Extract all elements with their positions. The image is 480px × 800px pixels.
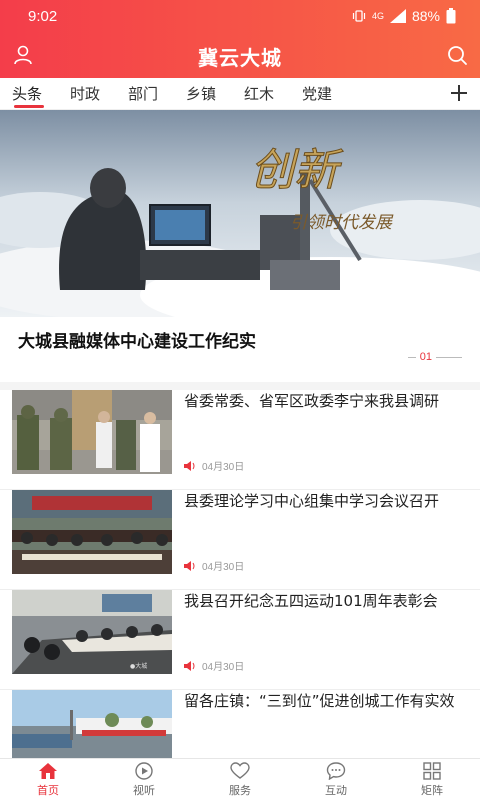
grid-icon [423,761,441,780]
app-header: 冀云大城 [0,34,480,78]
news-date: 04月30日 [202,562,245,573]
tab-towns[interactable]: 乡镇 [186,83,216,104]
network-type: 4G [371,11,384,21]
app-title: 冀云大城 [198,46,282,70]
pager-number: 01 [419,351,432,363]
battery-percent: 88% [411,8,440,24]
nav-service[interactable]: 服务 [192,759,288,800]
banner-caption[interactable]: 大城县融媒体中心建设工作纪实 [18,327,256,352]
banner-overlay-subtext: 引领时代发展 [290,213,394,233]
nav-service-label: 服务 [229,783,251,797]
play-icon [135,761,153,780]
news-title: 县委理论学习中心组集中学习会议召开 [184,492,440,510]
audio-icon[interactable] [184,660,196,671]
category-tabs: 头条 时政 部门 乡镇 红木 党建 [0,78,480,110]
add-icon[interactable] [448,82,470,104]
nav-video[interactable]: 视听 [96,759,192,800]
home-icon [39,762,57,779]
nav-video-label: 视听 [133,783,155,797]
nav-interact[interactable]: 互动 [288,759,384,800]
audio-icon[interactable] [184,460,196,471]
chat-icon [326,761,346,780]
nav-home[interactable]: 首页 [0,759,96,800]
audio-icon[interactable] [184,560,196,571]
nav-interact-label: 互动 [325,783,347,797]
tab-politics[interactable]: 时政 [70,83,100,104]
tab-departments[interactable]: 部门 [128,83,158,104]
active-tab-indicator [14,105,44,108]
nav-matrix[interactable]: 矩阵 [384,759,480,800]
bottom-nav: 首页 视听 服务 互动 矩阵 [0,758,480,800]
news-date: 04月30日 [202,462,245,473]
vibrate-icon [352,10,366,22]
tab-redwood[interactable]: 红木 [244,83,274,104]
heart-icon [230,761,250,779]
banner-overlay-text: 创新 [250,145,344,196]
banner-pager: 01 [407,351,462,363]
pager-line-left [407,356,416,358]
signal-icon [389,9,406,23]
status-bar: 9:02 4G 88% [0,0,480,34]
news-thumbnail [12,390,172,474]
news-item[interactable]: ●大城 我县召开纪念五四运动101周年表彰会 04月30日 [0,590,480,690]
nav-home-label: 首页 [37,783,59,797]
status-time: 9:02 [28,8,58,25]
news-title: 我县召开纪念五四运动101周年表彰会 [184,592,438,610]
news-meta: 04月30日 [184,458,244,473]
news-item[interactable]: 留各庄镇：“三到位”促进创城工作有实效 [0,690,480,760]
status-indicators: 4G 88% [352,8,456,24]
search-icon[interactable] [446,44,468,66]
news-title: 省委常委、省军区政委李宁来我县调研 [184,392,440,410]
tab-headlines[interactable]: 头条 [12,83,42,104]
news-item[interactable]: 县委理论学习中心组集中学习会议召开 04月30日 [0,490,480,590]
section-divider [0,382,480,390]
news-thumbnail [12,490,172,574]
news-thumbnail [12,690,172,758]
news-date: 04月30日 [202,662,245,673]
news-title: 留各庄镇：“三到位”促进创城工作有实效 [184,692,455,710]
news-thumbnail: ●大城 [12,590,172,674]
banner-caption-area: 大城县融媒体中心建设工作纪实 01 [0,317,480,382]
banner-image[interactable]: 创新 引领时代发展 [0,110,480,317]
svg-text:●大城: ●大城 [130,662,147,670]
news-meta: 04月30日 [184,558,244,573]
news-meta: 04月30日 [184,658,244,673]
pager-line-right [436,356,462,358]
battery-icon [446,8,456,24]
tab-party[interactable]: 党建 [302,83,332,104]
nav-matrix-label: 矩阵 [421,783,443,797]
news-item[interactable]: 省委常委、省军区政委李宁来我县调研 04月30日 [0,390,480,490]
